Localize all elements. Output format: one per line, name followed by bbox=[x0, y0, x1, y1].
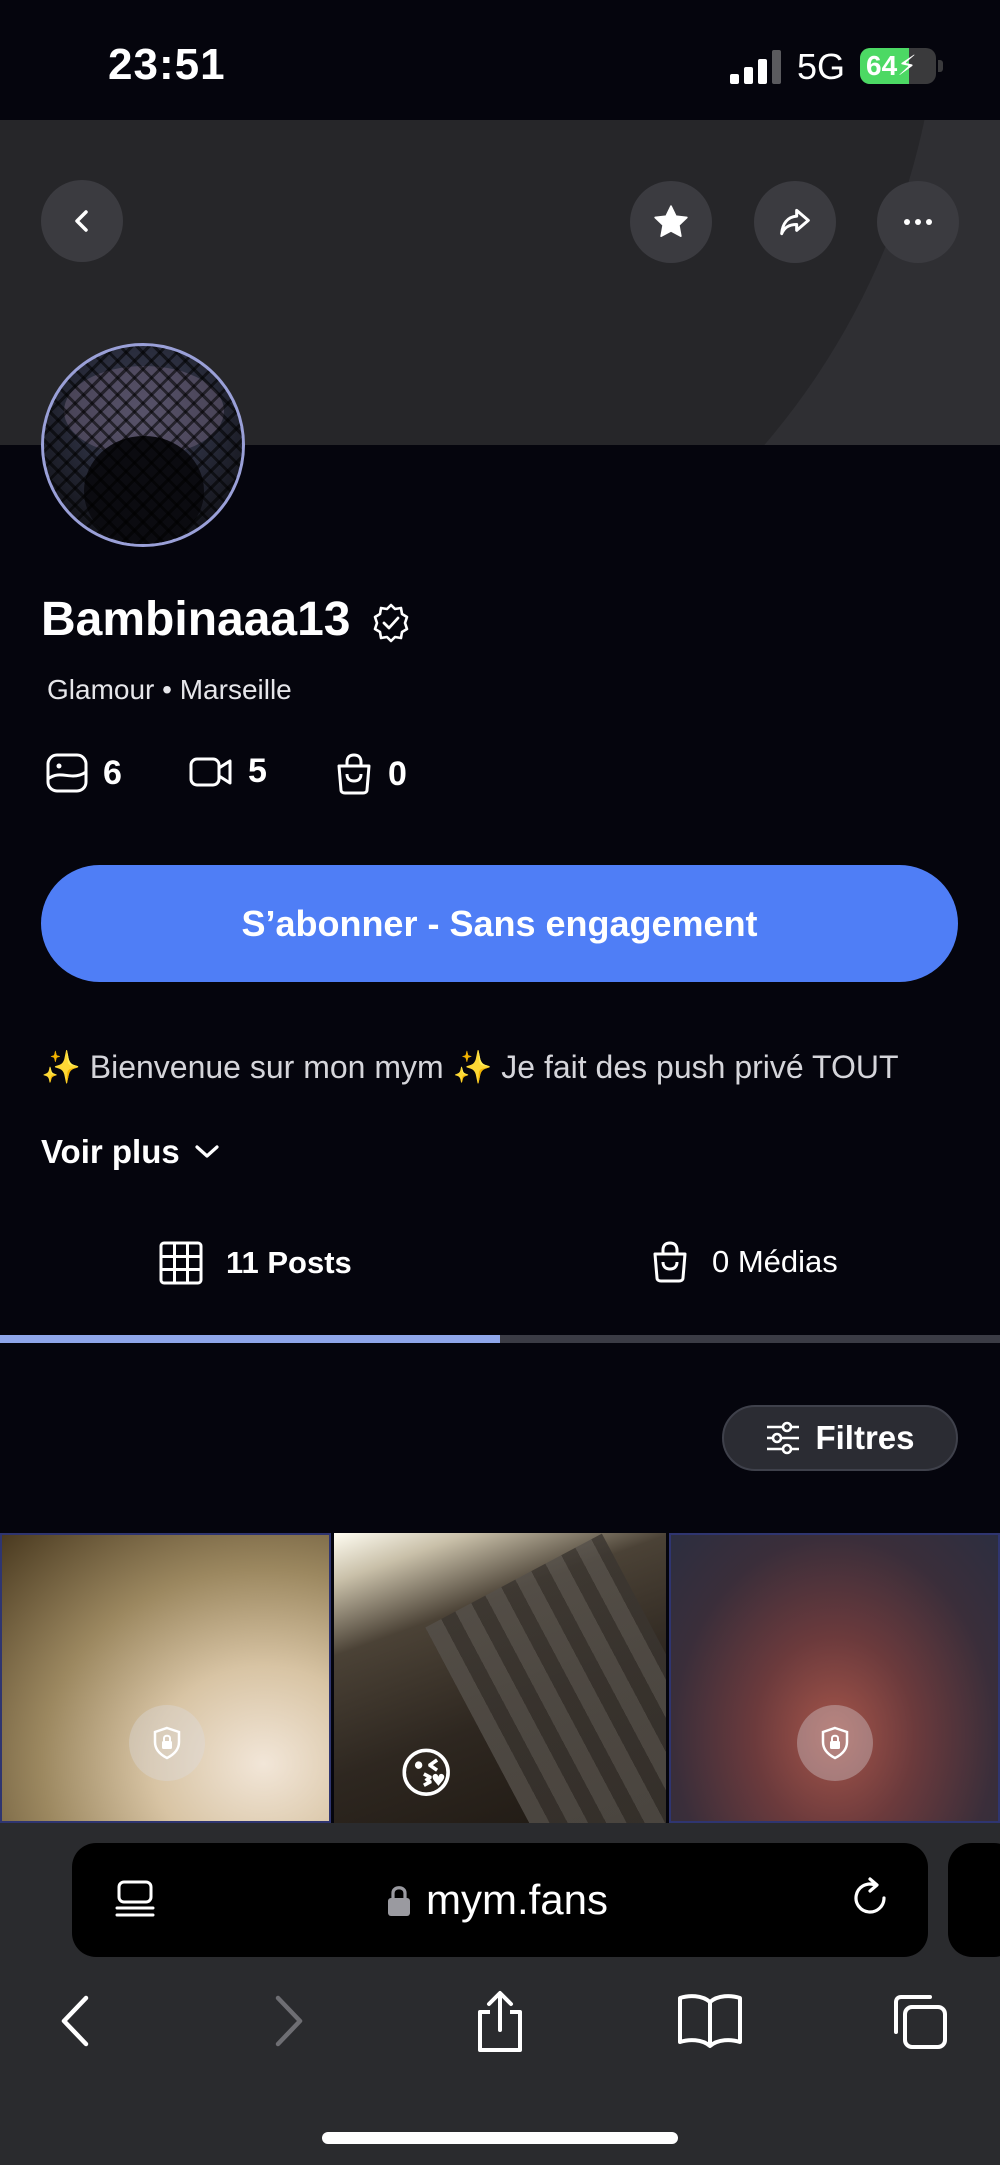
share-button[interactable] bbox=[754, 181, 836, 263]
url-text: mym.fans bbox=[426, 1876, 609, 1923]
lock-icon bbox=[388, 1886, 410, 1916]
bag-icon bbox=[653, 1241, 687, 1283]
next-tab-peek[interactable] bbox=[948, 1843, 1000, 1957]
lock-shield-icon bbox=[153, 1726, 181, 1760]
back-icon bbox=[75, 210, 88, 232]
star-icon bbox=[654, 205, 688, 238]
bio-fade bbox=[0, 1090, 1000, 1120]
bookmarks-icon[interactable] bbox=[675, 1990, 745, 2050]
bag-icon bbox=[337, 753, 371, 795]
filters-label: Filtres bbox=[815, 1419, 915, 1456]
favorite-button[interactable] bbox=[630, 181, 712, 263]
lock-shield-icon bbox=[821, 1726, 849, 1760]
battery-icon: 64⚡ bbox=[860, 48, 936, 84]
stat-photos-count: 6 bbox=[103, 753, 122, 792]
browser-back-icon[interactable] bbox=[52, 1990, 100, 2052]
more-icon bbox=[904, 219, 932, 225]
tab-indicator bbox=[0, 1335, 500, 1343]
profile-username: Bambinaaa13 bbox=[41, 593, 351, 646]
battery-nub bbox=[938, 60, 943, 72]
stat-videos: 5 bbox=[188, 752, 267, 791]
see-more-button[interactable]: Voir plus bbox=[41, 1133, 220, 1171]
signal-icon bbox=[730, 50, 781, 84]
post-thumbnail[interactable] bbox=[334, 1533, 666, 1823]
tab-posts-label: 11 Posts bbox=[226, 1245, 352, 1280]
forward-icon[interactable] bbox=[264, 1990, 312, 2052]
avatar[interactable] bbox=[41, 343, 245, 547]
network-label: 5G bbox=[797, 46, 846, 87]
stat-items: 0 bbox=[334, 752, 407, 796]
share-icon[interactable] bbox=[470, 1990, 530, 2054]
lock-badge bbox=[797, 1705, 873, 1781]
video-icon bbox=[189, 757, 232, 786]
share-icon bbox=[780, 208, 810, 236]
tab-medias[interactable]: 0 Médias bbox=[650, 1240, 838, 1284]
more-options-button[interactable] bbox=[877, 181, 959, 263]
filters-button[interactable]: Filtres bbox=[722, 1405, 958, 1471]
filter-icon bbox=[767, 1421, 800, 1455]
stat-photos: 6 bbox=[45, 752, 122, 794]
reload-icon[interactable] bbox=[846, 1874, 894, 1922]
stat-videos-count: 5 bbox=[248, 752, 267, 790]
lock-badge bbox=[129, 1705, 205, 1781]
stat-items-count: 0 bbox=[388, 754, 407, 793]
post-thumbnail-locked[interactable] bbox=[0, 1533, 331, 1823]
see-more-label: Voir plus bbox=[41, 1133, 180, 1170]
chevron-down-icon bbox=[195, 1145, 219, 1158]
back-button[interactable] bbox=[41, 180, 123, 262]
kiss-emoji: 😘 bbox=[398, 1744, 455, 1804]
verified-icon bbox=[373, 603, 409, 643]
home-indicator bbox=[322, 2132, 678, 2144]
photo-icon bbox=[46, 753, 88, 793]
subscribe-button[interactable]: S’abonner - Sans engagement bbox=[41, 865, 958, 982]
battery-level: 64 bbox=[866, 50, 898, 81]
grid-icon bbox=[159, 1241, 203, 1285]
status-time: 23:51 bbox=[108, 40, 226, 89]
tab-medias-label: 0 Médias bbox=[712, 1244, 838, 1279]
tabs-icon[interactable] bbox=[888, 1990, 950, 2052]
post-thumbnail-locked[interactable] bbox=[669, 1533, 1000, 1823]
tab-posts[interactable]: 11 Posts bbox=[158, 1240, 352, 1286]
profile-tagline: Glamour • Marseille bbox=[47, 674, 292, 705]
reader-icon[interactable] bbox=[113, 1877, 159, 1923]
